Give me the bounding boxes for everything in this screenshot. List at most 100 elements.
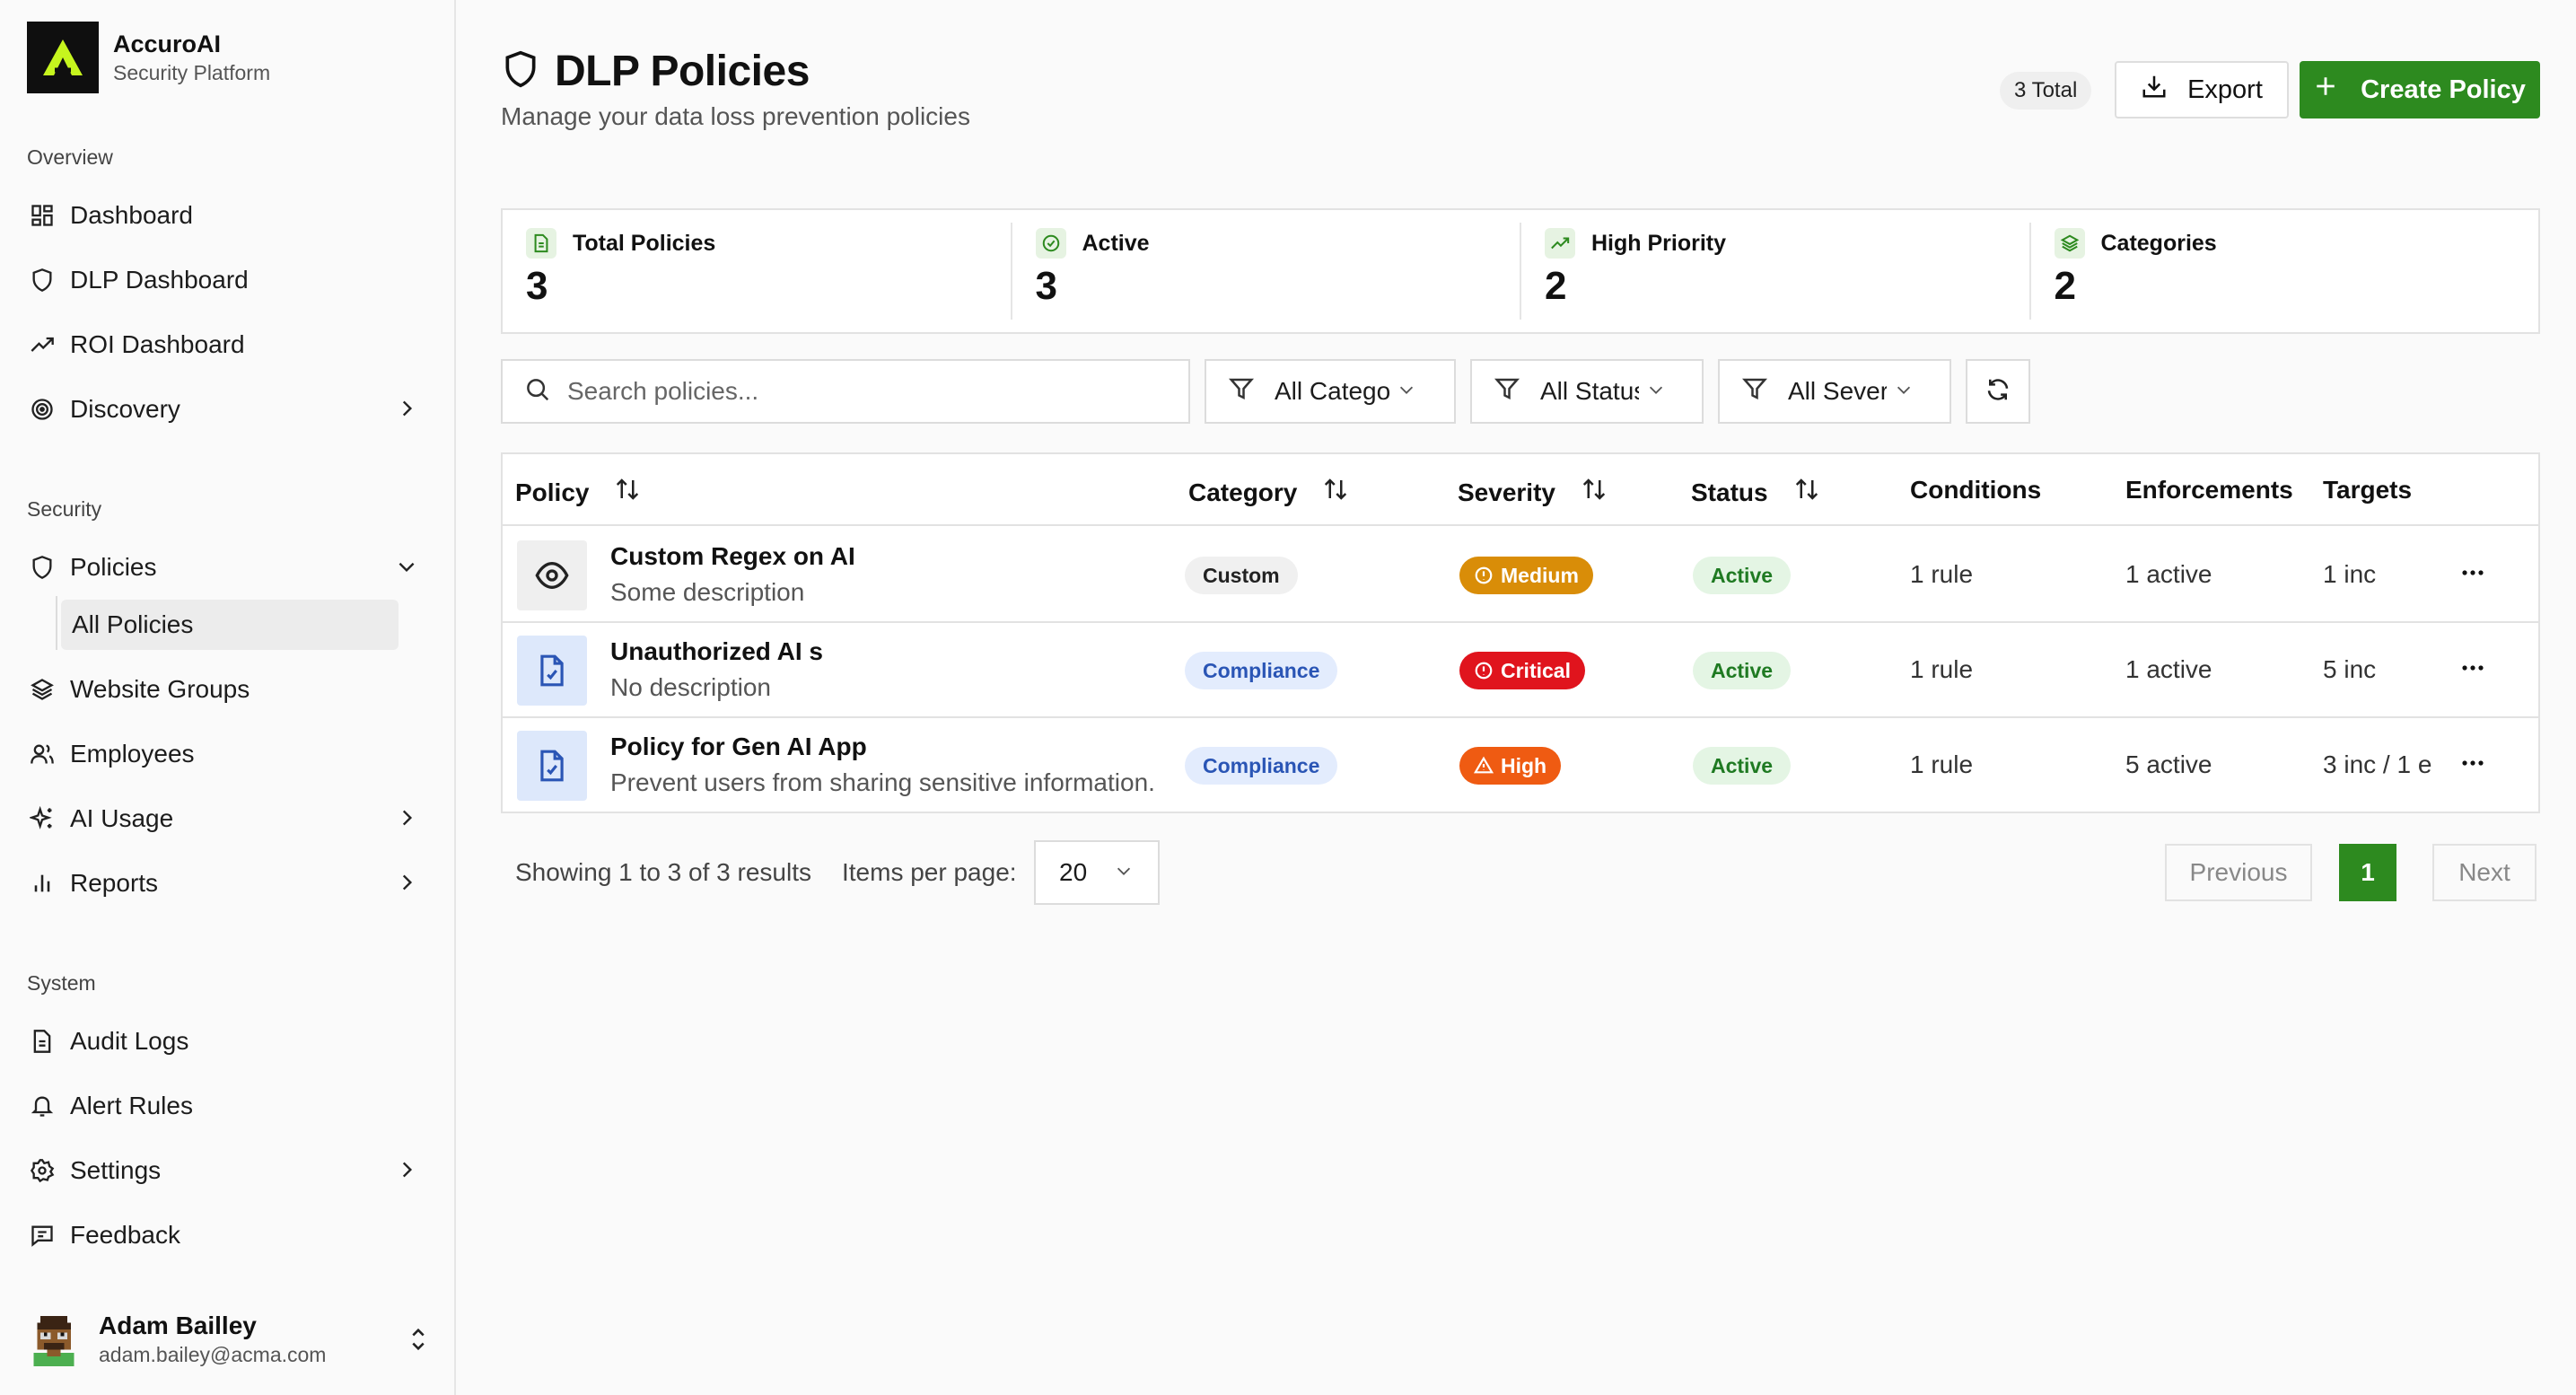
table-row[interactable]: Unauthorized AI s No description Complia… — [503, 623, 2538, 718]
severity-label: High — [1501, 754, 1547, 777]
column-severity[interactable]: Severity — [1458, 476, 1608, 509]
enforcements-cell: 1 active — [2125, 655, 2212, 683]
column-label: Category — [1188, 478, 1298, 506]
refresh-button[interactable] — [1966, 359, 2030, 424]
sidebar-item-alert-rules[interactable]: Alert Rules — [27, 1081, 427, 1131]
plus-icon — [2314, 75, 2361, 105]
sidebar-item-discovery[interactable]: Discovery — [27, 384, 427, 434]
search-box — [501, 359, 1190, 424]
policy-description: Some description — [610, 578, 805, 606]
sidebar-item-label: Reports — [70, 869, 159, 897]
column-policy[interactable]: Policy — [515, 476, 641, 509]
sort-icon — [1297, 476, 1349, 509]
sidebar-item-settings[interactable]: Settings — [27, 1145, 427, 1196]
enforcements-cell: 5 active — [2125, 750, 2212, 778]
policies-table: Policy Category Severity Status Conditio… — [501, 452, 2540, 813]
page-1-button[interactable]: 1 — [2339, 844, 2396, 901]
table-row[interactable]: Custom Regex on AI Some description Cust… — [503, 528, 2538, 623]
previous-page-button[interactable]: Previous — [2165, 844, 2312, 901]
severity-filter[interactable]: All Severities — [1718, 359, 1951, 424]
sidebar-item-ai-usage[interactable]: AI Usage — [27, 794, 427, 844]
policy-name[interactable]: Policy for Gen AI App — [610, 733, 867, 761]
conditions-cell: 1 rule — [1910, 560, 1974, 588]
create-policy-button[interactable]: Create Policy — [2300, 61, 2540, 118]
next-page-button[interactable]: Next — [2432, 844, 2537, 901]
section-overview: Overview — [27, 145, 113, 169]
policy-name[interactable]: Unauthorized AI s — [610, 637, 823, 666]
sidebar-item-employees[interactable]: Employees — [27, 729, 427, 779]
items-per-page-label: Items per page: — [842, 858, 1017, 886]
sidebar-item-all-policies[interactable]: All Policies — [61, 600, 399, 650]
sort-icon — [1768, 476, 1820, 509]
severity-badge: High — [1459, 747, 1562, 785]
search-icon — [524, 376, 551, 408]
bar-chart-icon — [27, 868, 57, 899]
shield-icon — [27, 552, 57, 583]
chevron-right-icon — [395, 806, 418, 836]
search-input[interactable] — [567, 377, 1178, 406]
total-badge: 3 Total — [2000, 72, 2092, 110]
sidebar-item-roi-dashboard[interactable]: ROI Dashboard — [27, 320, 427, 370]
status-filter-value: All Status — [1540, 377, 1639, 405]
file-check-icon — [517, 731, 587, 801]
column-conditions: Conditions — [1910, 476, 2041, 504]
policy-description: No description — [610, 673, 771, 701]
filter-icon — [1228, 375, 1255, 408]
items-per-page-value: 20 — [1059, 858, 1088, 886]
severity-badge: Critical — [1459, 652, 1585, 689]
download-icon — [2141, 73, 2187, 107]
filter-bar: All Categories All Status All Severities — [501, 359, 2143, 424]
chevron-down-icon — [1114, 858, 1134, 887]
sidebar-item-label: AI Usage — [70, 804, 174, 832]
policy-name[interactable]: Custom Regex on AI — [610, 542, 855, 571]
sidebar-item-policies[interactable]: Policies — [27, 542, 427, 592]
submenu-rail — [56, 596, 57, 650]
status-filter[interactable]: All Status — [1470, 359, 1704, 424]
severity-label: Critical — [1501, 659, 1571, 682]
sidebar-item-audit-logs[interactable]: Audit Logs — [27, 1016, 427, 1066]
more-actions-icon[interactable] — [2459, 754, 2486, 776]
sidebar-item-dlp-dashboard[interactable]: DLP Dashboard — [27, 255, 427, 305]
column-label: Targets — [2323, 476, 2413, 504]
user-email: adam.bailey@acma.com — [99, 1343, 327, 1366]
category-badge: Compliance — [1185, 747, 1338, 785]
more-actions-icon[interactable] — [2459, 659, 2486, 681]
sidebar-item-label: Dashboard — [70, 201, 193, 229]
bell-icon — [27, 1091, 57, 1121]
sidebar-item-website-groups[interactable]: Website Groups — [27, 664, 427, 715]
sidebar-item-label: Employees — [70, 740, 195, 768]
user-name: Adam Bailley — [99, 1312, 257, 1339]
more-actions-icon[interactable] — [2459, 564, 2486, 586]
column-category[interactable]: Category — [1188, 476, 1349, 509]
status-badge: Active — [1693, 747, 1792, 785]
main-content: DLP Policies Manage your data loss preve… — [458, 0, 2576, 1395]
page-title: DLP Policies — [555, 48, 810, 95]
category-filter[interactable]: All Categories — [1205, 359, 1456, 424]
category-badge: Compliance — [1185, 652, 1338, 689]
sidebar-item-feedback[interactable]: Feedback — [27, 1210, 427, 1260]
table-row[interactable]: Policy for Gen AI App Prevent users from… — [503, 718, 2538, 813]
section-security: Security — [27, 497, 102, 521]
export-button[interactable]: Export — [2115, 61, 2289, 118]
results-summary: Showing 1 to 3 of 3 results — [515, 858, 811, 886]
page-header: DLP Policies — [501, 47, 810, 96]
status-badge: Active — [1693, 652, 1792, 689]
column-enforcements: Enforcements — [2125, 476, 2293, 504]
shield-icon — [501, 48, 540, 94]
stat-value: 2 — [2054, 264, 2076, 308]
file-check-icon — [517, 636, 587, 706]
sidebar-item-label: Settings — [70, 1156, 162, 1184]
sidebar-item-reports[interactable]: Reports — [27, 858, 427, 908]
stat-label: Active — [1082, 230, 1150, 256]
sidebar: AccuroAI Security Platform Overview Dash… — [0, 0, 456, 1395]
conditions-cell: 1 rule — [1910, 655, 1974, 683]
brand[interactable]: AccuroAI Security Platform — [27, 22, 270, 93]
items-per-page-select[interactable]: 20 — [1034, 840, 1160, 905]
message-square-icon — [27, 1220, 57, 1250]
chevrons-up-down-icon — [406, 1325, 431, 1358]
sidebar-item-dashboard[interactable]: Dashboard — [27, 190, 427, 241]
column-status[interactable]: Status — [1691, 476, 1820, 509]
column-label: Conditions — [1910, 476, 2042, 504]
column-label: Enforcements — [2125, 476, 2293, 504]
user-menu[interactable]: Adam Bailley adam.bailey@acma.com — [27, 1307, 431, 1372]
